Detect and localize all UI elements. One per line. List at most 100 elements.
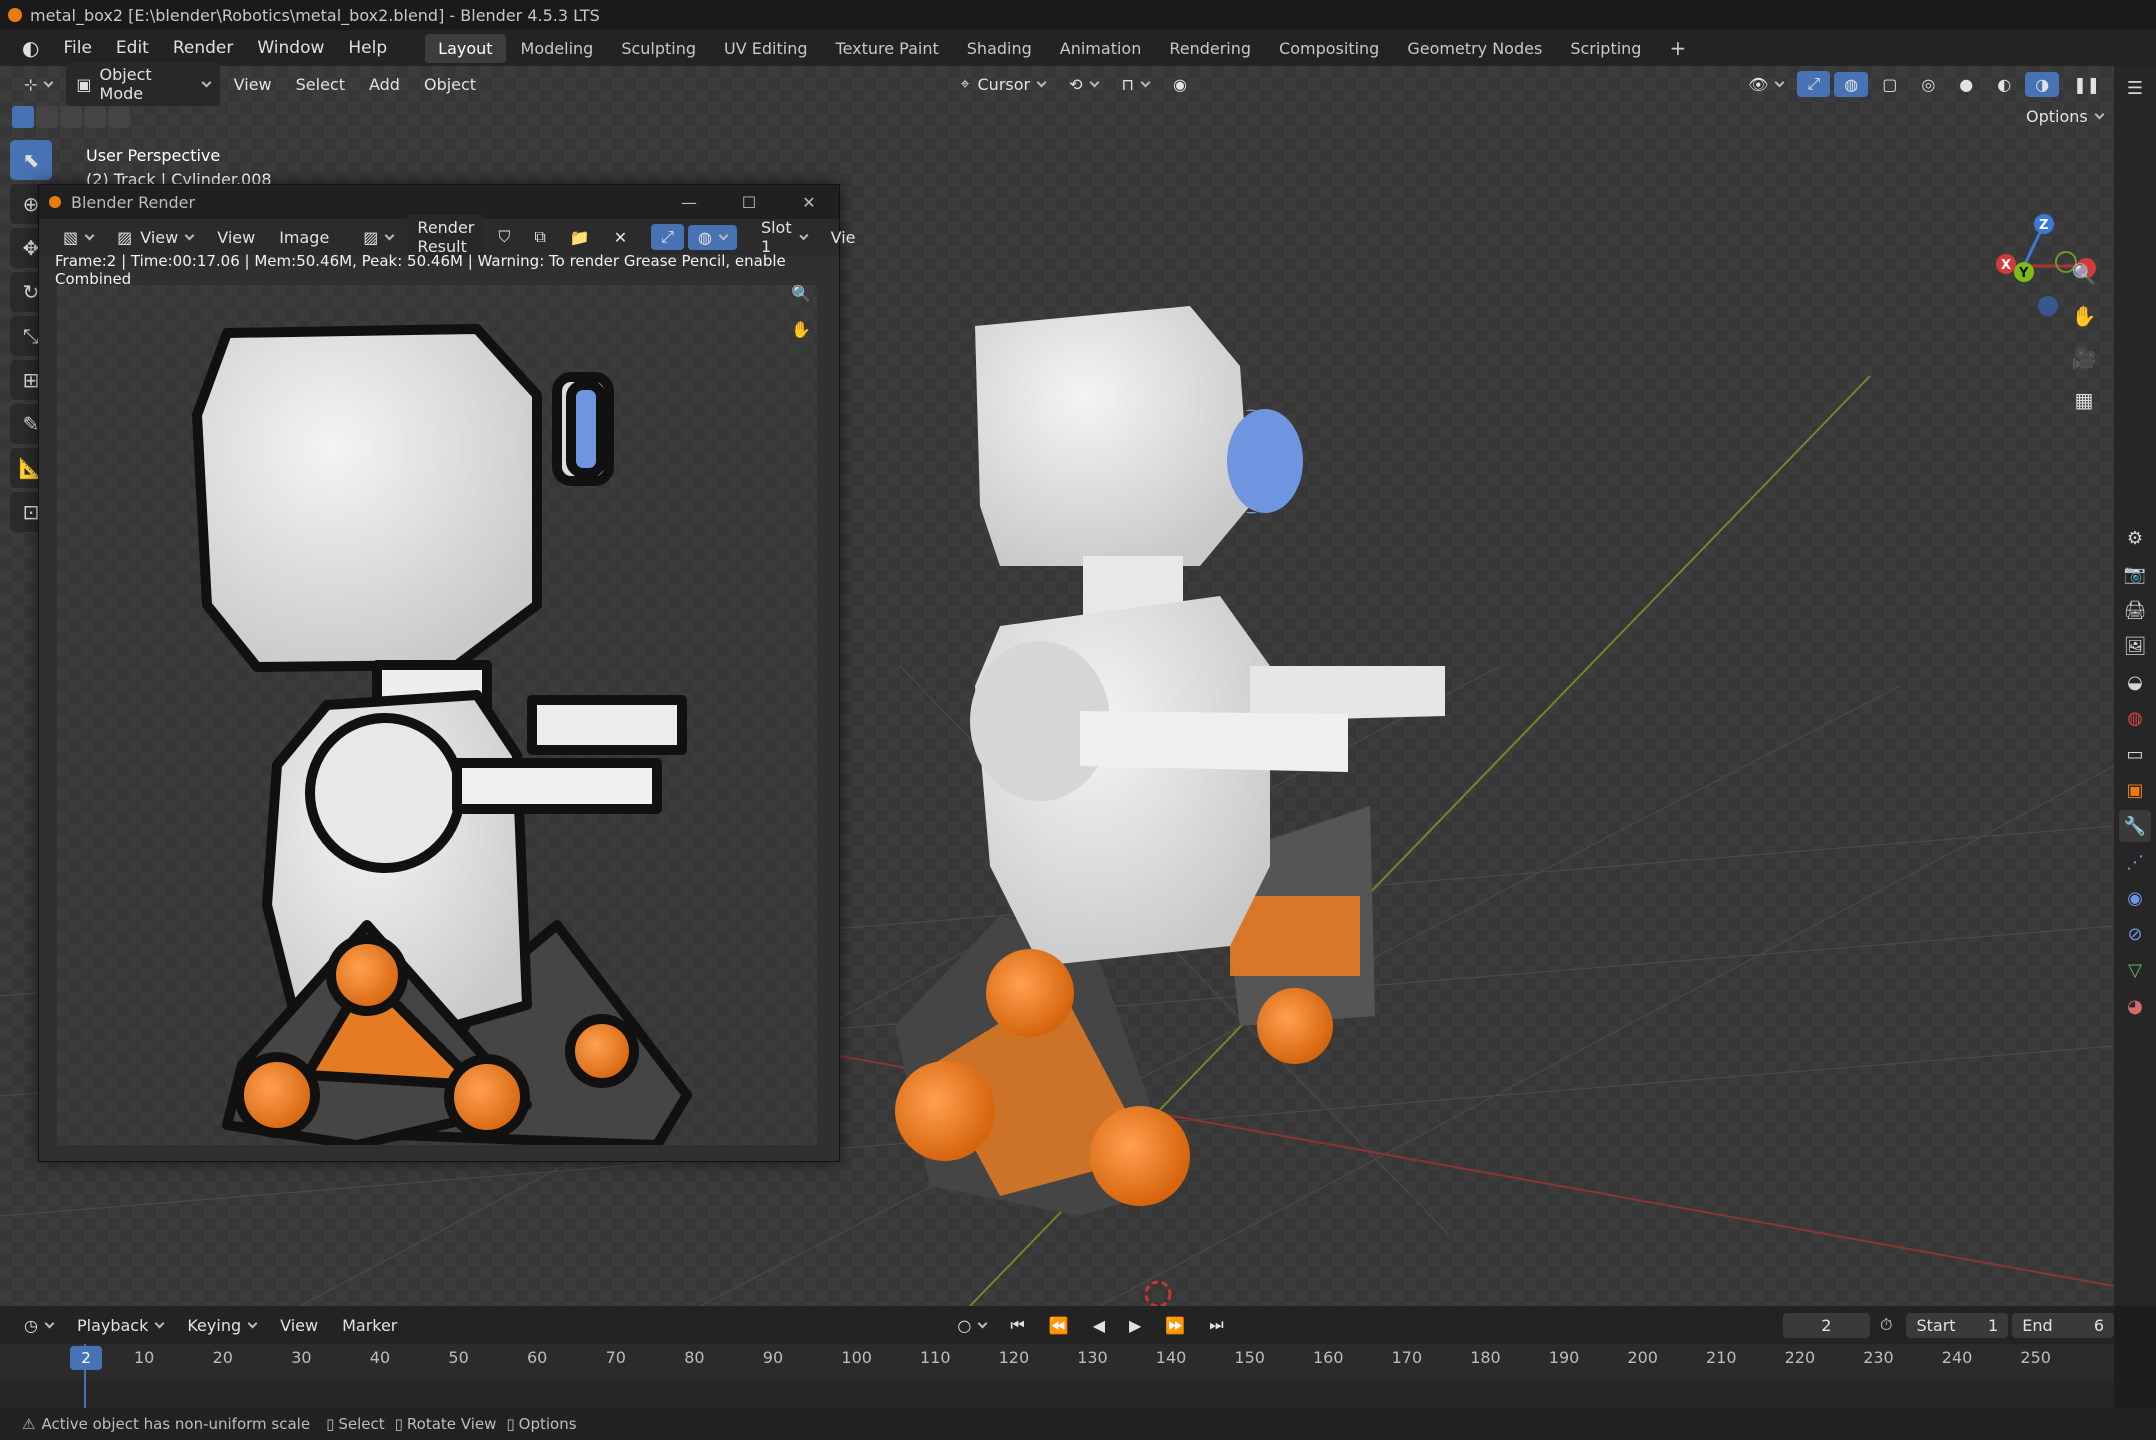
jump-start-icon[interactable]: ⏮ xyxy=(1000,1312,1034,1338)
menu-add[interactable]: Add xyxy=(359,72,410,97)
select-intersect-icon[interactable] xyxy=(108,106,130,128)
outliner-icon[interactable]: ☰ xyxy=(2119,72,2151,104)
jump-keyframe-back-icon[interactable]: ⏪ xyxy=(1039,1313,1079,1338)
menu-file[interactable]: File xyxy=(51,30,103,66)
select-new-icon[interactable] xyxy=(12,106,34,128)
menu-render[interactable]: Render xyxy=(161,30,246,66)
start-frame-field[interactable]: Start 1 xyxy=(1906,1312,2009,1338)
menu-image-view[interactable]: View xyxy=(207,225,265,250)
menu-keying[interactable]: Keying xyxy=(177,1313,266,1338)
zoom-icon[interactable]: 🔍 xyxy=(787,279,815,307)
ortho-grid-icon[interactable]: ▦ xyxy=(2066,382,2102,418)
menu-image[interactable]: Image xyxy=(269,225,339,250)
tab-animation[interactable]: Animation xyxy=(1047,34,1155,63)
transform-pivot-dropdown[interactable]: ⌖ Cursor xyxy=(950,71,1055,97)
play-reverse-icon[interactable]: ◀ xyxy=(1083,1313,1115,1338)
pause-render-icon[interactable]: ❚❚ xyxy=(2063,72,2110,97)
blender-menu-icon[interactable]: ◐ xyxy=(10,30,51,66)
menu-view[interactable]: View xyxy=(224,72,282,97)
unlink-image-icon[interactable]: ✕ xyxy=(604,225,637,250)
tab-scripting[interactable]: Scripting xyxy=(1557,34,1654,63)
play-icon[interactable]: ▶ xyxy=(1119,1313,1151,1338)
jump-keyframe-forward-icon[interactable]: ⏩ xyxy=(1155,1313,1195,1338)
duplicate-image-icon[interactable]: ⧉ xyxy=(524,224,555,250)
editor-type-icon[interactable]: ⊹ xyxy=(14,72,62,97)
tab-uv-editing[interactable]: UV Editing xyxy=(711,34,820,63)
view-layer-icon[interactable]: 🖼 xyxy=(2119,630,2151,662)
xray-icon[interactable]: ▢ xyxy=(1872,72,1907,97)
timeline-editor-type-icon[interactable]: ◷ xyxy=(14,1313,63,1338)
rendered-shading-icon[interactable]: ◑ xyxy=(2025,71,2060,97)
menu-select[interactable]: Select xyxy=(286,72,355,97)
physics-icon[interactable]: ◉ xyxy=(2119,882,2151,914)
menu-help[interactable]: Help xyxy=(336,30,399,66)
tab-shading[interactable]: Shading xyxy=(954,34,1045,63)
select-subtract-icon[interactable] xyxy=(60,106,82,128)
open-folder-icon[interactable]: 📁 xyxy=(560,225,600,250)
scene-icon[interactable]: ◒ xyxy=(2119,666,2151,698)
select-invert-icon[interactable] xyxy=(84,106,106,128)
output-properties-icon[interactable]: 🖨 xyxy=(2119,594,2151,626)
menu-edit[interactable]: Edit xyxy=(104,30,161,66)
tab-modeling[interactable]: Modeling xyxy=(508,34,607,63)
timeline-ruler[interactable]: 2 10 20 30 40 50 60 70 80 90 100 110 120 130 140 150 16… xyxy=(0,1344,2114,1408)
render-window[interactable]: Blender Render — ☐ ✕ ▧ ▨ View View Image … xyxy=(38,184,856,1162)
proportional-edit-icon[interactable]: ◉ xyxy=(1163,72,1197,97)
image-browse-icon[interactable]: ▨ xyxy=(353,225,403,250)
gizmo-toggle-icon[interactable]: ⤢ xyxy=(1797,71,1831,97)
wireframe-shading-icon[interactable]: ◎ xyxy=(1911,72,1945,97)
tab-texture-paint[interactable]: Texture Paint xyxy=(823,34,952,63)
material-icon[interactable]: ◕ xyxy=(2119,990,2151,1022)
menu-timeline-view[interactable]: View xyxy=(270,1313,328,1338)
collection-icon[interactable]: ▭ xyxy=(2119,738,2151,770)
mesh-data-icon[interactable]: ▽ xyxy=(2119,954,2151,986)
material-shading-icon[interactable]: ◐ xyxy=(1987,72,2021,97)
tab-layout[interactable]: Layout xyxy=(425,33,506,63)
maximize-icon[interactable]: ☐ xyxy=(719,193,779,212)
gizmo-toggle-icon[interactable]: ⤢ xyxy=(651,224,684,250)
menu-object[interactable]: Object xyxy=(414,72,486,97)
pan-hand-icon[interactable]: ✋ xyxy=(787,315,815,343)
overlay-toggle-icon[interactable]: ◍ xyxy=(1834,71,1869,97)
world-icon[interactable]: ◍ xyxy=(2119,702,2151,734)
render-result-canvas[interactable] xyxy=(57,285,817,1150)
auto-keying-icon[interactable]: ○ xyxy=(947,1313,996,1338)
zoom-icon[interactable]: 🔍 xyxy=(2066,256,2102,292)
options-dropdown[interactable]: Options xyxy=(2016,104,2113,129)
render-properties-icon[interactable]: 📷 xyxy=(2119,558,2151,590)
select-extend-icon[interactable] xyxy=(36,106,58,128)
playhead-frame-badge[interactable]: 2 xyxy=(70,1346,102,1370)
particles-icon[interactable]: ⋰ xyxy=(2119,846,2151,878)
tool-properties-icon[interactable]: ⚙ xyxy=(2119,522,2151,554)
overlay-toggle-icon[interactable]: ◍ xyxy=(687,224,737,250)
solid-shading-icon[interactable]: ● xyxy=(1949,72,1983,97)
preview-range-icon[interactable]: ⏱ xyxy=(1870,1312,1902,1338)
minimize-icon[interactable]: — xyxy=(659,193,719,212)
view-layer-dropdown[interactable]: Vie xyxy=(821,225,866,250)
select-box-tool-icon[interactable]: ⬉ xyxy=(10,140,52,180)
menu-playback[interactable]: Playback xyxy=(67,1313,173,1338)
tab-geometry-nodes[interactable]: Geometry Nodes xyxy=(1394,34,1555,63)
jump-end-icon[interactable]: ⏭ xyxy=(1199,1312,1233,1338)
transform-orientation-icon[interactable]: ⟲ xyxy=(1059,72,1107,97)
pan-hand-icon[interactable]: ✋ xyxy=(2066,298,2102,334)
add-workspace-icon[interactable]: + xyxy=(1656,31,1699,65)
close-icon[interactable]: ✕ xyxy=(779,193,839,212)
view-mode-dropdown[interactable]: ▨ View xyxy=(107,225,203,250)
fake-user-shield-icon[interactable]: ⛉ xyxy=(488,224,520,250)
snap-icon[interactable]: ⊓ xyxy=(1112,72,1159,97)
constraints-icon[interactable]: ⊘ xyxy=(2119,918,2151,950)
visibility-icon[interactable]: 👁 xyxy=(1738,72,1793,97)
modifier-wrench-icon[interactable]: 🔧 xyxy=(2119,810,2151,842)
menu-window[interactable]: Window xyxy=(245,30,336,66)
object-mode-dropdown[interactable]: ▣ Object Mode xyxy=(66,62,220,106)
render-window-titlebar[interactable]: Blender Render — ☐ ✕ xyxy=(39,185,839,219)
end-frame-field[interactable]: End 6 xyxy=(2012,1312,2114,1338)
tab-rendering[interactable]: Rendering xyxy=(1156,34,1264,63)
menu-marker[interactable]: Marker xyxy=(332,1313,407,1338)
tab-compositing[interactable]: Compositing xyxy=(1266,34,1392,63)
image-editor-type-icon[interactable]: ▧ xyxy=(53,225,103,250)
object-properties-icon[interactable]: ▣ xyxy=(2119,774,2151,806)
current-frame-field[interactable]: 2 xyxy=(1782,1312,1870,1338)
camera-view-icon[interactable]: 🎥 xyxy=(2066,340,2102,376)
